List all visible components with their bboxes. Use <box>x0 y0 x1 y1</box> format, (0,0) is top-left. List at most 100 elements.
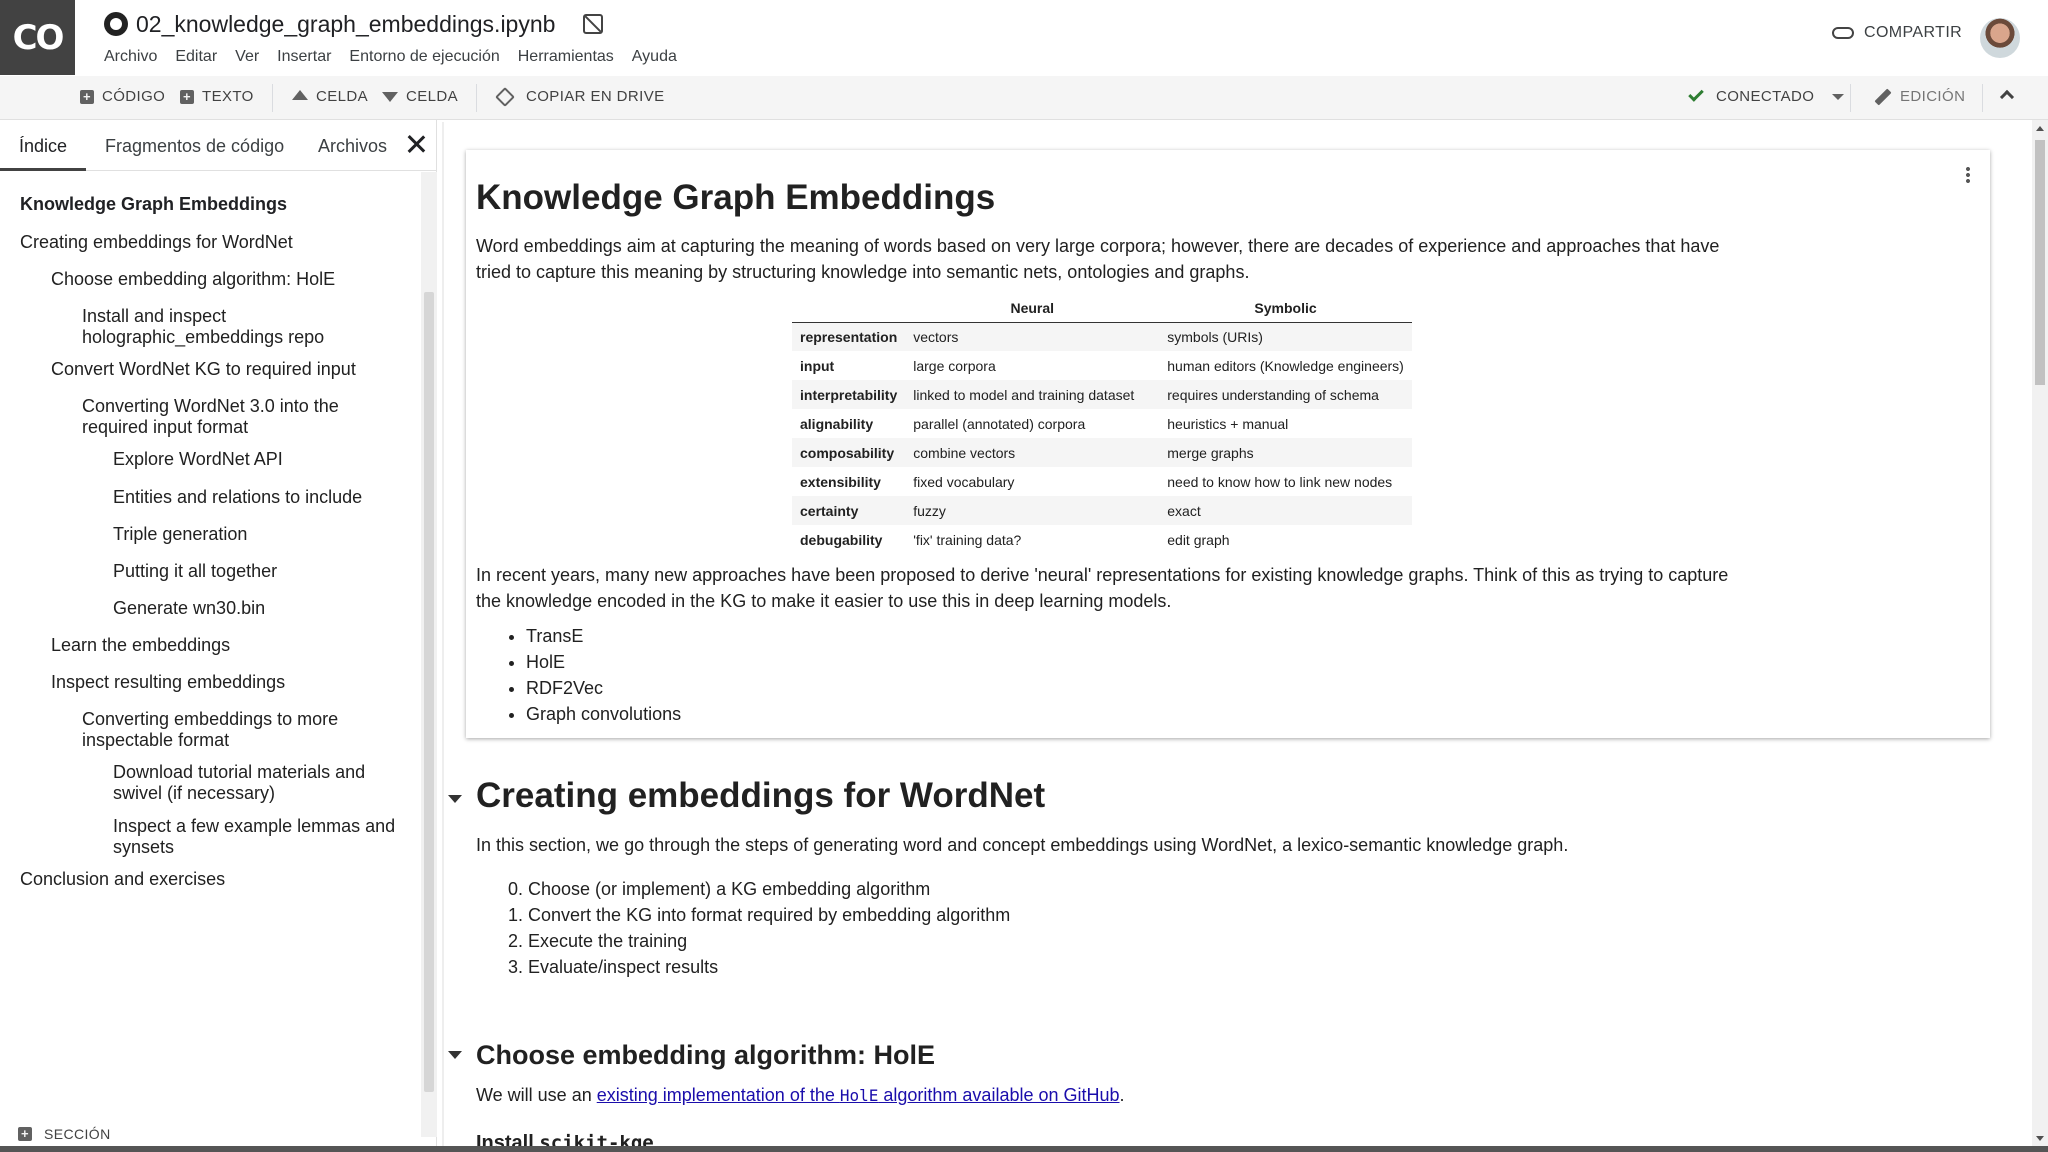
toc-item[interactable]: Choose embedding algorithm: HolE <box>51 269 400 290</box>
toolbar: + CÓDIGO + TEXTO CELDA CELDA COPIAR EN D… <box>0 76 2048 120</box>
toc-item[interactable]: Triple generation <box>113 524 400 545</box>
move-cell-down-button[interactable]: CELDA <box>382 88 458 105</box>
link-icon <box>1832 27 1854 39</box>
table-row: representation vectors symbols (URIs) <box>792 322 1412 351</box>
scroll-up-icon[interactable] <box>2036 126 2044 131</box>
table-cell: debugability <box>800 531 883 548</box>
chevron-down-icon[interactable] <box>1832 93 1845 100</box>
toolbar-divider <box>476 84 477 112</box>
table-row: composability combine vectors merge graphs <box>792 438 1412 467</box>
sidebar: Índice Fragmentos de código Archivos Kno… <box>0 120 437 1152</box>
more-options-icon[interactable] <box>1966 166 1970 184</box>
tab-fragmentos[interactable]: Fragmentos de código <box>105 136 284 157</box>
list-item: 2. Execute the training <box>508 931 688 951</box>
bottom-edge <box>0 1146 2048 1152</box>
add-section-button[interactable]: + SECCIÓN <box>18 1126 111 1142</box>
edit-mode-button[interactable]: EDICIÓN <box>1874 88 1965 105</box>
toc-item[interactable]: Entities and relations to include <box>113 487 400 508</box>
menu-bar: Archivo Editar Ver Insertar Entorno de e… <box>104 48 695 66</box>
tab-archivos[interactable]: Archivos <box>318 136 387 157</box>
toc-item[interactable]: Conclusion and exercises <box>20 869 400 890</box>
toc-item[interactable]: Inspect resulting embeddings <box>51 672 400 693</box>
github-icon <box>104 12 128 36</box>
table-header-neural: Neural <box>905 295 1160 323</box>
table-cell: interpretability <box>792 380 906 409</box>
table-row: debugability 'fix' training data? edit gra… <box>792 525 1412 554</box>
sidebar-scrollbar[interactable] <box>421 172 437 1137</box>
table-cell: fixed vocabulary <box>913 473 1015 490</box>
scroll-down-icon[interactable] <box>2036 1136 2044 1141</box>
toolbar-divider <box>1850 84 1851 112</box>
list-item: RDF2Vec <box>526 675 681 701</box>
menu-ayuda[interactable]: Ayuda <box>632 48 677 66</box>
toc-item[interactable]: Generate wn30.bin <box>113 598 400 619</box>
sidebar-tabs: Índice Fragmentos de código Archivos <box>0 120 437 171</box>
toc-item[interactable]: Creating embeddings for WordNet <box>20 232 400 253</box>
close-icon[interactable] <box>406 132 426 156</box>
menu-insertar[interactable]: Insertar <box>277 48 331 66</box>
share-button[interactable]: COMPARTIR <box>1832 24 1962 42</box>
toc-item[interactable]: Converting embeddings to more inspectabl… <box>82 709 400 751</box>
drive-off-icon[interactable] <box>583 14 604 34</box>
list-item: TransE <box>526 623 681 649</box>
add-code-button[interactable]: + CÓDIGO <box>80 88 165 105</box>
table-row: input large corpora human editors (Knowled… <box>792 351 1412 380</box>
notebook-scrollbar-thumb[interactable] <box>2035 140 2045 385</box>
add-text-button[interactable]: + TEXTO <box>180 88 254 105</box>
table-row: certainty fuzzy exact <box>792 496 1412 525</box>
toc-item[interactable]: Inspect a few example lemmas and synsets <box>113 816 400 858</box>
approaches-list: TransE HolE RDF2Vec Graph convolutions <box>526 623 681 727</box>
notebook-scrollbar[interactable] <box>2032 120 2048 1152</box>
heading-creating-embeddings: Creating embeddings for WordNet <box>476 776 1046 815</box>
collapse-section-icon[interactable] <box>448 1051 462 1059</box>
collapse-header-button[interactable] <box>1999 88 2015 105</box>
toc-item[interactable]: Convert WordNet KG to required input <box>51 359 400 380</box>
sidebar-scrollbar-thumb[interactable] <box>424 292 434 1092</box>
toc-item[interactable]: Download tutorial materials and swivel (… <box>113 762 400 804</box>
section3-paragraph: We will use an existing implementation o… <box>476 1082 1756 1109</box>
collapse-section-icon[interactable] <box>448 795 462 803</box>
menu-ver[interactable]: Ver <box>235 48 259 66</box>
arrow-down-icon <box>382 91 398 102</box>
menu-entorno[interactable]: Entorno de ejecución <box>349 48 499 66</box>
heading-knowledge-graph-embeddings: Knowledge Graph Embeddings <box>476 178 996 217</box>
toc-item[interactable]: Knowledge Graph Embeddings <box>20 194 400 215</box>
toc-item[interactable]: Install and inspect holographic_embeddin… <box>82 306 400 348</box>
steps-list: 0. Choose (or implement) a KG embedding … <box>508 876 1010 980</box>
avatar[interactable] <box>1980 18 2020 58</box>
toc-item[interactable]: Converting WordNet 3.0 into the required… <box>82 396 400 438</box>
menu-archivo[interactable]: Archivo <box>104 48 157 66</box>
table-row: alignability parallel (annotated) corpora… <box>792 409 1412 438</box>
pencil-icon <box>1874 88 1892 105</box>
hole-github-link[interactable]: existing implementation of the HolE algo… <box>597 1085 1120 1105</box>
table-cell: extensibility <box>800 473 881 490</box>
table-cell: human editors (Knowledge engineers) <box>1167 357 1404 374</box>
menu-herramientas[interactable]: Herramientas <box>518 48 614 66</box>
list-item: 0. Choose (or implement) a KG embedding … <box>508 879 931 899</box>
toc-item[interactable]: Putting it all together <box>113 561 400 582</box>
toc-item[interactable]: Explore WordNet API <box>113 449 400 470</box>
menu-editar[interactable]: Editar <box>175 48 217 66</box>
toc-item[interactable]: Learn the embeddings <box>51 635 400 656</box>
copy-to-drive-button[interactable]: COPIAR EN DRIVE <box>495 86 665 107</box>
table-cell: heuristics + manual <box>1167 415 1289 432</box>
drive-icon <box>495 86 515 107</box>
plus-icon: + <box>80 89 94 104</box>
check-icon <box>1688 85 1704 102</box>
table-cell: alignability <box>800 415 874 432</box>
toolbar-divider <box>1982 84 1983 112</box>
list-item: HolE <box>526 649 681 675</box>
move-cell-up-button[interactable]: CELDA <box>292 88 368 105</box>
toolbar-divider <box>272 84 273 112</box>
section3-prefix: We will use an <box>476 1085 597 1105</box>
table-cell: exact <box>1159 496 1412 525</box>
tab-indice[interactable]: Índice <box>19 136 67 157</box>
notebook-title[interactable]: 02_knowledge_graph_embeddings.ipynb <box>136 11 555 38</box>
colab-logo[interactable]: CO <box>0 0 75 75</box>
notebook-title-bar: 02_knowledge_graph_embeddings.ipynb <box>104 8 604 40</box>
table-cell: large corpora <box>913 357 996 374</box>
edit-mode-label: EDICIÓN <box>1900 88 1966 105</box>
move-cell-down-label: CELDA <box>406 88 459 105</box>
table-row: interpretability linked to model and trai… <box>792 380 1412 409</box>
connection-status-button[interactable]: CONECTADO <box>1688 85 1845 105</box>
